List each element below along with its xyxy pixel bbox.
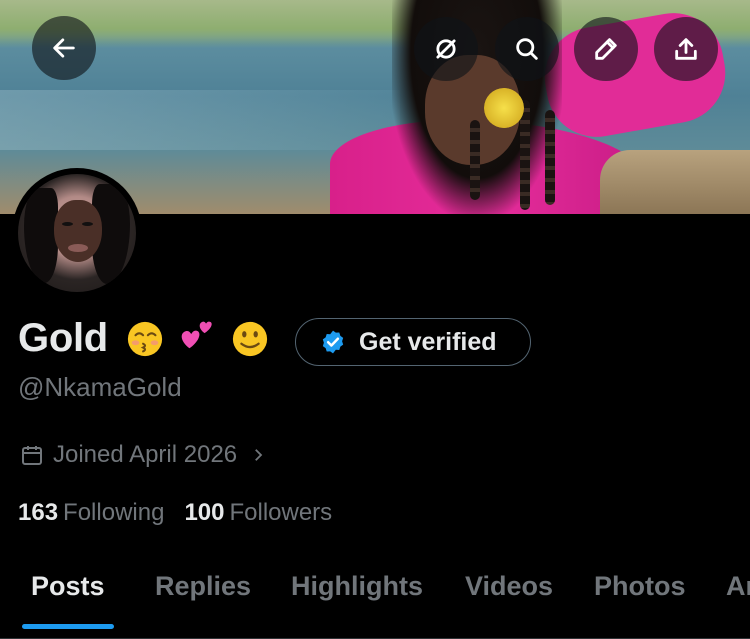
banner-boats	[600, 150, 750, 214]
search-button[interactable]	[495, 17, 559, 81]
tab-videos[interactable]: Videos	[465, 571, 553, 602]
avatar-eye-right	[82, 222, 93, 226]
active-tab-indicator	[22, 624, 114, 629]
joined-date[interactable]: Joined April 2026	[20, 441, 276, 469]
tab-articles[interactable]: Ar	[726, 571, 750, 602]
following-count: 163	[18, 499, 59, 526]
avatar[interactable]	[12, 168, 142, 298]
banner-water	[0, 90, 400, 150]
avatar-eye-left	[62, 222, 73, 226]
user-handle: @NkamaGold	[18, 372, 182, 402]
chevron-right-icon	[255, 449, 263, 461]
share-icon	[675, 38, 697, 60]
tab-photos[interactable]: Photos	[594, 571, 686, 602]
avatar-hair-left	[24, 188, 58, 283]
followers-label: Followers	[229, 499, 333, 526]
get-verified-button[interactable]: Get verified	[295, 318, 531, 366]
following-link[interactable]: 163 Following	[18, 499, 164, 527]
slightly-smiling-face-emoji	[232, 321, 268, 357]
verified-badge-icon	[322, 330, 344, 354]
display-name: Gold	[18, 316, 108, 360]
share-button[interactable]	[654, 17, 718, 81]
avatar-image	[18, 174, 136, 292]
followers-count: 100	[184, 499, 225, 526]
calendar-icon	[22, 446, 42, 465]
two-hearts-emoji	[181, 321, 212, 349]
profile-tabs: Posts Replies Highlights Videos Photos A…	[0, 560, 750, 639]
get-verified-label: Get verified	[359, 327, 497, 356]
following-label: Following	[63, 499, 165, 526]
banner-flower	[484, 88, 524, 128]
kissing-face-emoji	[127, 321, 163, 357]
back-arrow-icon	[53, 38, 75, 58]
grok-icon	[436, 39, 456, 59]
search-icon	[516, 38, 538, 60]
followers-link[interactable]: 100 Followers	[184, 499, 332, 527]
avatar-face	[54, 200, 102, 262]
banner-braid	[545, 110, 555, 205]
tab-replies[interactable]: Replies	[155, 571, 251, 602]
avatar-lips	[68, 244, 88, 252]
edit-icon	[595, 38, 617, 60]
tab-posts[interactable]: Posts	[31, 571, 105, 602]
banner-braid	[470, 120, 480, 200]
back-button[interactable]	[32, 16, 96, 80]
edit-button[interactable]	[574, 17, 638, 81]
grok-button[interactable]	[414, 17, 478, 81]
joined-label: Joined April 2026	[53, 441, 238, 468]
follow-stats: 163 Following 100 Followers	[18, 499, 352, 527]
tab-highlights[interactable]: Highlights	[291, 571, 423, 602]
